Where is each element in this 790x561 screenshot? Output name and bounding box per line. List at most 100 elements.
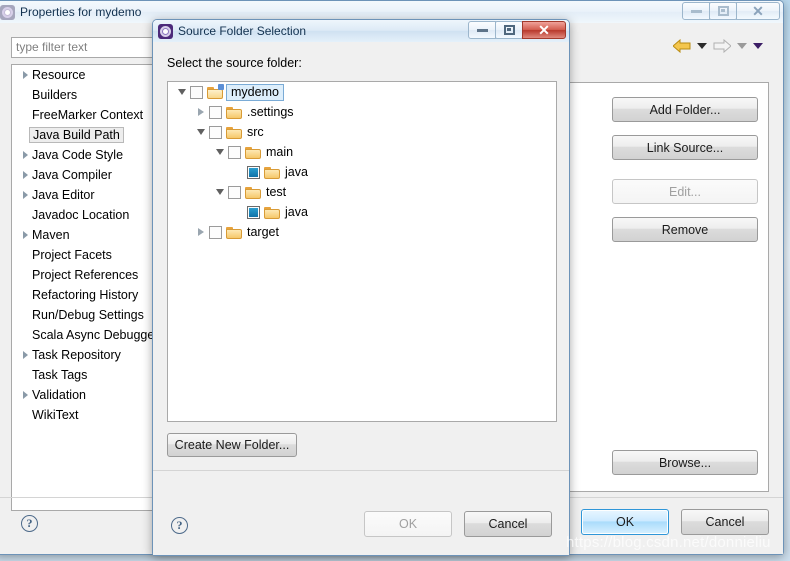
- folder-checkbox[interactable]: [228, 185, 241, 199]
- dialog-prompt: Select the source folder:: [167, 56, 302, 70]
- folder-tree-item[interactable]: src: [168, 122, 556, 142]
- folder-tree-item[interactable]: test: [168, 182, 556, 202]
- collapse-arrow-icon[interactable]: [174, 89, 190, 95]
- dialog-maximize-button[interactable]: [495, 21, 523, 39]
- folder-tree-item[interactable]: main: [168, 142, 556, 162]
- expand-arrow-icon[interactable]: [18, 351, 32, 359]
- collapse-arrow-icon[interactable]: [212, 189, 228, 195]
- folder-tree-item-label: src: [247, 125, 264, 139]
- close-icon: ✕: [538, 22, 550, 38]
- preferences-tree[interactable]: Resource Builders FreeMarker Context Java B…: [11, 64, 167, 511]
- preferences-tree-item[interactable]: FreeMarker Context: [12, 105, 166, 125]
- preferences-tree-item-label: Javadoc Location: [32, 208, 130, 222]
- remove-button[interactable]: Remove: [612, 217, 758, 242]
- minimize-button[interactable]: [682, 2, 710, 20]
- browse-button[interactable]: Browse...: [612, 450, 758, 475]
- preferences-tree-item[interactable]: Task Tags: [12, 365, 166, 385]
- preferences-tree-item-label: Java Compiler: [32, 168, 112, 182]
- dialog-close-button[interactable]: ✕: [522, 21, 566, 39]
- expand-arrow-icon[interactable]: [18, 71, 32, 79]
- expand-arrow-icon[interactable]: [18, 191, 32, 199]
- preferences-tree-item-label: Run/Debug Settings: [32, 308, 144, 322]
- folder-tree-item[interactable]: target: [168, 222, 556, 242]
- preferences-tree-item[interactable]: Validation: [12, 385, 166, 405]
- preferences-tree-item[interactable]: Run/Debug Settings: [12, 305, 166, 325]
- folder-checkbox[interactable]: [209, 225, 222, 239]
- preferences-tree-item-label: Java Code Style: [32, 148, 124, 162]
- preferences-tree-item[interactable]: WikiText: [12, 405, 166, 425]
- edit-button: Edit...: [612, 179, 758, 204]
- preferences-tree-item-label: Builders: [32, 88, 78, 102]
- folder-tree-item[interactable]: .settings: [168, 102, 556, 122]
- expand-arrow-icon[interactable]: [18, 171, 32, 179]
- dialog-titlebar[interactable]: Source Folder Selection ✕: [153, 20, 569, 42]
- preferences-tree-item-label: Project Facets: [32, 248, 112, 262]
- dialog-title: Source Folder Selection: [178, 24, 307, 38]
- folder-tree-item[interactable]: java: [168, 162, 556, 182]
- preferences-tree-item-label: Resource: [32, 68, 86, 82]
- expand-arrow-icon[interactable]: [193, 228, 209, 236]
- dialog-minimize-button[interactable]: [468, 21, 496, 39]
- folder-icon: [226, 126, 242, 139]
- expand-arrow-icon[interactable]: [18, 231, 32, 239]
- eclipse-icon: [0, 4, 15, 20]
- folder-icon: [226, 226, 242, 239]
- preferences-tree-item[interactable]: Project References: [12, 265, 166, 285]
- collapse-arrow-icon[interactable]: [212, 149, 228, 155]
- preferences-tree-item[interactable]: Java Compiler: [12, 165, 166, 185]
- add-folder-button[interactable]: Add Folder...: [612, 97, 758, 122]
- preferences-tree-item[interactable]: Builders: [12, 85, 166, 105]
- folder-tree-item-label: main: [266, 145, 294, 159]
- folder-checkbox[interactable]: [209, 105, 222, 119]
- project-folder-icon: [207, 83, 224, 99]
- expand-arrow-icon[interactable]: [18, 391, 32, 399]
- expand-arrow-icon[interactable]: [193, 108, 209, 116]
- help-icon[interactable]: ?: [21, 515, 38, 532]
- folder-checkbox[interactable]: [247, 165, 260, 179]
- properties-window-title: Properties for mydemo: [20, 5, 142, 19]
- preferences-tree-item[interactable]: Java Code Style: [12, 145, 166, 165]
- folder-tree-item-label: test: [266, 185, 287, 199]
- preferences-tree-item[interactable]: Maven: [12, 225, 166, 245]
- help-icon[interactable]: ?: [171, 517, 188, 534]
- link-source-button[interactable]: Link Source...: [612, 135, 758, 160]
- folder-tree[interactable]: mydemo .settings src main java test java target: [167, 81, 557, 422]
- dialog-body: Select the source folder: mydemo .setting…: [153, 42, 569, 555]
- preferences-tree-item[interactable]: Java Build Path: [12, 125, 166, 145]
- folder-tree-item-label: target: [247, 225, 279, 239]
- folder-icon: [245, 186, 261, 199]
- preferences-tree-item[interactable]: Java Editor: [12, 185, 166, 205]
- preferences-tree-item[interactable]: Task Repository: [12, 345, 166, 365]
- dialog-footer-divider: [153, 470, 569, 471]
- folder-checkbox[interactable]: [247, 205, 260, 219]
- expand-arrow-icon[interactable]: [18, 151, 32, 159]
- minimize-icon: [690, 9, 702, 13]
- ok-button[interactable]: OK: [581, 509, 669, 535]
- folder-tree-item[interactable]: java: [168, 202, 556, 222]
- cancel-button[interactable]: Cancel: [681, 509, 769, 535]
- preferences-tree-item-label: Validation: [32, 388, 86, 402]
- filter-input[interactable]: type filter text: [11, 37, 167, 58]
- folder-tree-item[interactable]: mydemo: [168, 82, 556, 102]
- collapse-arrow-icon[interactable]: [193, 129, 209, 135]
- preferences-tree-item-label: Task Repository: [32, 348, 121, 362]
- close-button[interactable]: ✕: [736, 2, 780, 20]
- maximize-icon: [717, 6, 729, 16]
- create-new-folder-button[interactable]: Create New Folder...: [167, 433, 297, 457]
- preferences-tree-item-label: Java Editor: [32, 188, 95, 202]
- folder-tree-item-label: java: [285, 205, 308, 219]
- preferences-tree-item-label: FreeMarker Context: [32, 108, 144, 122]
- folder-checkbox[interactable]: [209, 125, 222, 139]
- preferences-tree-item[interactable]: Scala Async Debugger: [12, 325, 166, 345]
- folder-icon: [245, 146, 261, 159]
- maximize-icon: [503, 25, 515, 35]
- folder-checkbox[interactable]: [228, 145, 241, 159]
- preferences-tree-item[interactable]: Javadoc Location: [12, 205, 166, 225]
- folder-checkbox[interactable]: [190, 85, 203, 99]
- preferences-tree-item[interactable]: Project Facets: [12, 245, 166, 265]
- preferences-tree-item[interactable]: Resource: [12, 65, 166, 85]
- dialog-cancel-button[interactable]: Cancel: [464, 511, 552, 537]
- folder-icon: [264, 166, 280, 179]
- maximize-button[interactable]: [709, 2, 737, 20]
- preferences-tree-item[interactable]: Refactoring History: [12, 285, 166, 305]
